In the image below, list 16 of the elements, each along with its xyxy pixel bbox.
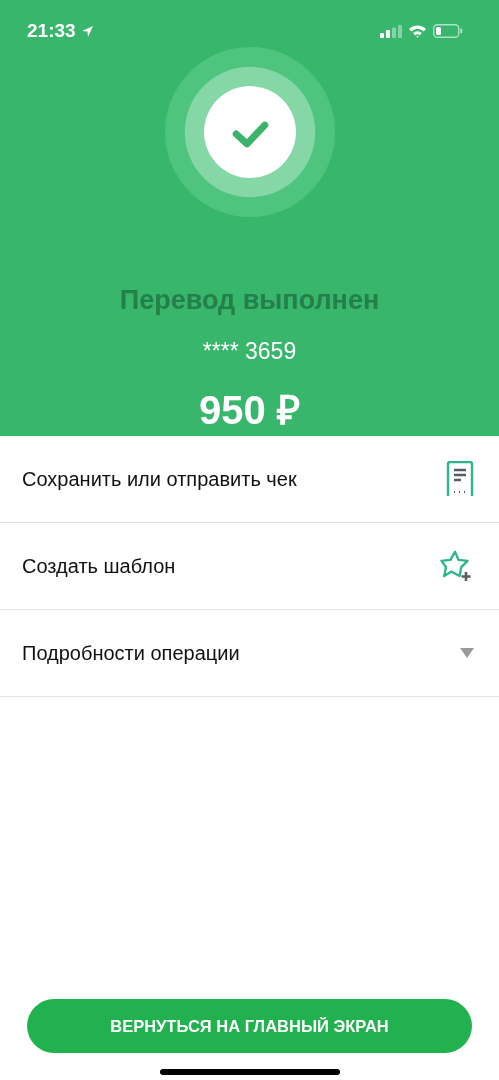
wifi-icon bbox=[408, 24, 427, 38]
star-plus-icon bbox=[440, 549, 474, 583]
signal-icon bbox=[380, 24, 402, 38]
status-time: 21:33 bbox=[27, 20, 76, 42]
success-check-icon bbox=[162, 46, 337, 218]
battery-icon bbox=[433, 24, 463, 38]
action-label: Подробности операции bbox=[22, 641, 240, 665]
action-label: Сохранить или отправить чек bbox=[22, 467, 297, 491]
action-label: Создать шаблон bbox=[22, 554, 176, 578]
action-row[interactable]: Создать шаблон bbox=[0, 523, 499, 610]
action-row[interactable]: Сохранить или отправить чек bbox=[0, 436, 499, 523]
receipt-icon bbox=[446, 461, 474, 497]
amount: 950 ₽ bbox=[199, 387, 300, 434]
card-number: **** 3659 bbox=[202, 338, 297, 365]
location-icon bbox=[80, 24, 94, 38]
action-row[interactable]: Подробности операции bbox=[0, 610, 499, 697]
